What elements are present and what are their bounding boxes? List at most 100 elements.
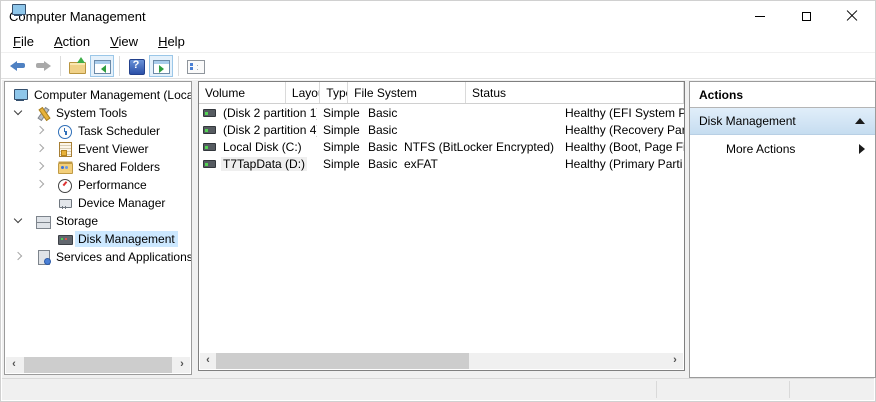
console-tree-panel: Computer Management (Local System Tools Ta… bbox=[4, 81, 192, 375]
chevron-right-icon[interactable] bbox=[36, 144, 44, 152]
column-header-volume[interactable]: Volume bbox=[199, 82, 286, 103]
tree-item-label: Device Manager bbox=[75, 195, 168, 211]
scroll-left-arrow-icon[interactable]: ‹ bbox=[6, 357, 22, 373]
show-action-pane-button[interactable] bbox=[149, 55, 173, 77]
volume-label: T7TapData (D:) bbox=[221, 157, 307, 171]
actions-section-disk-management[interactable]: Disk Management bbox=[690, 108, 875, 135]
menu-help[interactable]: Help bbox=[150, 32, 193, 51]
tree-item-label: Task Scheduler bbox=[75, 123, 163, 139]
column-header-type[interactable]: Type bbox=[320, 82, 348, 103]
volume-list-rows: (Disk 2 partition 1) SimpleBasic Healthy (… bbox=[199, 104, 684, 172]
more-actions-label: More Actions bbox=[726, 142, 795, 156]
volume-row-disk-2-partition-1[interactable]: (Disk 2 partition 1)SimpleBasicHealthy (… bbox=[199, 104, 684, 121]
tree-horizontal-scrollbar[interactable]: ‹ › bbox=[6, 357, 190, 373]
device-manager-icon bbox=[57, 195, 73, 211]
task-scheduler-icon bbox=[57, 123, 73, 139]
scrollbar-track[interactable] bbox=[22, 357, 174, 373]
triangle-up-icon bbox=[855, 118, 865, 124]
volume-label: (Disk 2 partition 1) bbox=[221, 106, 317, 120]
scroll-left-arrow-icon[interactable]: ‹ bbox=[200, 353, 216, 369]
tree-item-event-viewer[interactable]: Event Viewer bbox=[5, 140, 191, 158]
menu-file[interactable]: File bbox=[5, 32, 42, 51]
tree-item-shared-folders[interactable]: Shared Folders bbox=[5, 158, 191, 176]
tree-item-computer-management-local[interactable]: Computer Management (Local bbox=[5, 86, 191, 104]
tree-item-device-manager[interactable]: Device Manager bbox=[5, 194, 191, 212]
tree-item-label: Services and Applications bbox=[53, 249, 192, 265]
system-tools-icon bbox=[35, 105, 51, 121]
help-icon bbox=[127, 57, 145, 75]
volume-list-panel: VolumeLayoutTypeFile SystemStatus (Disk … bbox=[198, 81, 685, 371]
tree-item-label: Computer Management (Local bbox=[31, 87, 192, 103]
scroll-right-arrow-icon[interactable]: › bbox=[667, 353, 683, 369]
menu-action[interactable]: Action bbox=[46, 32, 98, 51]
menu-bar: FileActionViewHelp bbox=[1, 31, 875, 53]
back-button[interactable] bbox=[6, 55, 30, 77]
tree-item-label: Event Viewer bbox=[75, 141, 151, 157]
minimize-icon bbox=[755, 16, 765, 17]
toolbar-separator bbox=[178, 56, 179, 76]
volume-cell: Local Disk (C:) bbox=[199, 140, 317, 154]
volume-icon bbox=[203, 143, 216, 151]
chevron-right-icon[interactable] bbox=[14, 252, 22, 260]
scrollbar-thumb[interactable] bbox=[216, 353, 469, 369]
computer-icon bbox=[11, 2, 27, 18]
chevron-down-icon[interactable] bbox=[14, 107, 22, 115]
computer-management-window: { "window": { "title": "Computer Managem… bbox=[0, 0, 876, 402]
status-cell: Healthy (Primary Parti bbox=[559, 157, 685, 171]
status-cell: Healthy (Recovery Par bbox=[559, 123, 685, 137]
properties-button[interactable] bbox=[183, 55, 207, 77]
volume-icon bbox=[203, 126, 216, 134]
more-actions-item[interactable]: More Actions bbox=[690, 135, 875, 162]
tree-item-performance[interactable]: Performance bbox=[5, 176, 191, 194]
show-console-tree-button[interactable] bbox=[90, 55, 114, 77]
tree-item-label: System Tools bbox=[53, 105, 130, 121]
disk-management-icon bbox=[57, 231, 73, 247]
scrollbar-thumb[interactable] bbox=[24, 357, 172, 373]
column-header-file-system[interactable]: File System bbox=[348, 82, 466, 103]
layout-cell: Simple bbox=[317, 140, 362, 154]
toolbar-separator bbox=[119, 56, 120, 76]
chevron-right-icon[interactable] bbox=[36, 126, 44, 134]
console-tree: Computer Management (Local System Tools Ta… bbox=[5, 82, 191, 266]
performance-icon bbox=[57, 177, 73, 193]
column-header-layout[interactable]: Layout bbox=[286, 82, 320, 103]
actions-panel: Actions Disk Management More Actions bbox=[689, 81, 876, 378]
scrollbar-track[interactable] bbox=[216, 353, 667, 369]
volume-row-t7tapdata-d[interactable]: T7TapData (D:)SimpleBasicexFATHealthy (P… bbox=[199, 155, 684, 172]
volume-row-disk-2-partition-4[interactable]: (Disk 2 partition 4)SimpleBasicHealthy (… bbox=[199, 121, 684, 138]
up-one-level-button[interactable] bbox=[65, 55, 89, 77]
tree-item-label: Disk Management bbox=[75, 231, 178, 247]
maximize-button[interactable] bbox=[783, 1, 829, 31]
help-button[interactable] bbox=[124, 55, 148, 77]
tree-item-services-and-applications[interactable]: Services and Applications bbox=[5, 248, 191, 266]
content-area: Computer Management (Local System Tools Ta… bbox=[2, 80, 874, 380]
close-button[interactable] bbox=[829, 1, 875, 31]
layout-cell: Simple bbox=[317, 157, 362, 171]
actions-pane-title: Actions bbox=[690, 82, 875, 108]
column-header-status[interactable]: Status bbox=[466, 82, 684, 103]
tree-item-system-tools[interactable]: System Tools bbox=[5, 104, 191, 122]
shared-folders-icon bbox=[57, 159, 73, 175]
volume-cell: (Disk 2 partition 4) bbox=[199, 123, 317, 137]
status-cell: Healthy (Boot, Page Fi bbox=[559, 140, 685, 154]
chevron-right-icon[interactable] bbox=[36, 180, 44, 188]
type-cell: Basic bbox=[362, 140, 398, 154]
menu-view[interactable]: View bbox=[102, 32, 146, 51]
tree-item-storage[interactable]: Storage bbox=[5, 212, 191, 230]
status-bar bbox=[2, 378, 874, 400]
volume-cell: (Disk 2 partition 1) bbox=[199, 106, 317, 120]
forward-button[interactable] bbox=[31, 55, 55, 77]
status-cell: Healthy (EFI System Pa bbox=[559, 106, 685, 120]
minimize-button[interactable] bbox=[737, 1, 783, 31]
volume-list-header: VolumeLayoutTypeFile SystemStatus bbox=[199, 82, 684, 104]
chevron-down-icon[interactable] bbox=[14, 215, 22, 223]
tree-item-disk-management[interactable]: Disk Management bbox=[5, 230, 191, 248]
scroll-right-arrow-icon[interactable]: › bbox=[174, 357, 190, 373]
volume-label: (Disk 2 partition 4) bbox=[221, 123, 317, 137]
tree-item-label: Shared Folders bbox=[75, 159, 163, 175]
tree-item-task-scheduler[interactable]: Task Scheduler bbox=[5, 122, 191, 140]
list-horizontal-scrollbar[interactable]: ‹ › bbox=[200, 353, 683, 369]
maximize-icon bbox=[802, 12, 811, 21]
volume-row-local-disk-c[interactable]: Local Disk (C:)SimpleBasicNTFS (BitLocke… bbox=[199, 138, 684, 155]
chevron-right-icon[interactable] bbox=[36, 162, 44, 170]
